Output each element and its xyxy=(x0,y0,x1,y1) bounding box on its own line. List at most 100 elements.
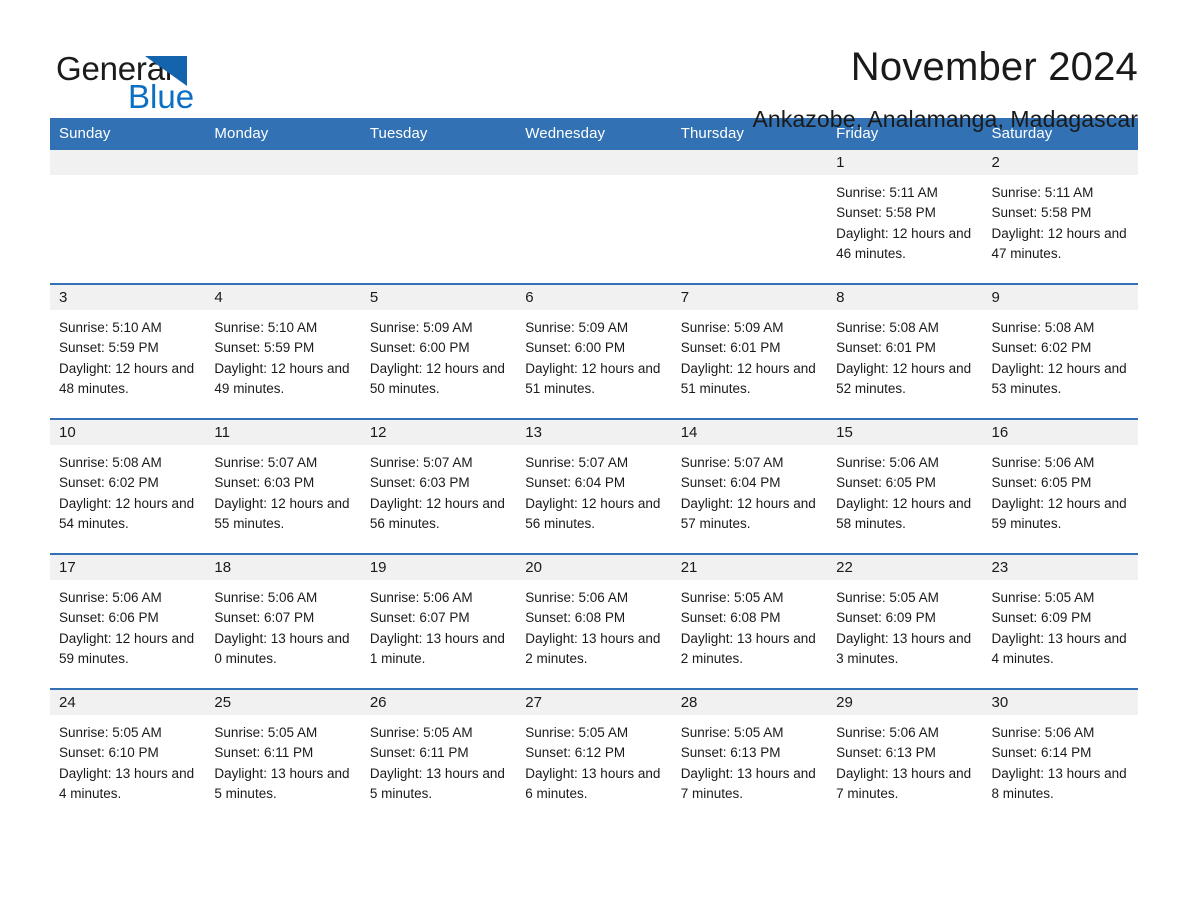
sunset-time: Sunset: 6:11 PM xyxy=(214,745,314,761)
day-number: 14 xyxy=(671,420,828,445)
calendar-day-cell[interactable]: 11 Sunrise: 5:07 AM Sunset: 6:03 PM Dayligh… xyxy=(205,420,361,553)
calendar-week-row: 3 Sunrise: 5:10 AM Sunset: 5:59 PM Daylight… xyxy=(50,283,1138,419)
sunrise-time: Sunrise: 5:06 AM xyxy=(59,590,162,605)
sunset-time: Sunset: 6:13 PM xyxy=(680,745,781,761)
sunset-time: Sunset: 5:58 PM xyxy=(836,205,936,221)
calendar-day-cell[interactable]: 6 Sunrise: 5:09 AM Sunset: 6:00 PM Daylight… xyxy=(516,285,672,418)
day-number: 26 xyxy=(360,690,517,715)
sunset-time: Sunset: 6:05 PM xyxy=(991,475,1092,491)
sunrise-time: Sunrise: 5:07 AM xyxy=(214,455,318,470)
day-details: Sunrise: 5:10 AM Sunset: 5:59 PM Daylight:… xyxy=(205,310,360,399)
calendar-day-cell[interactable]: 24 Sunrise: 5:05 AM Sunset: 6:10 PM Dayligh… xyxy=(50,690,206,823)
daylight-duration: Daylight: 13 hours and 7 minutes. xyxy=(836,765,972,801)
calendar-day-cell[interactable]: 2 Sunrise: 5:11 AM Sunset: 5:58 PM Daylight… xyxy=(982,150,1138,283)
sunset-time: Sunset: 6:12 PM xyxy=(525,745,626,761)
day-details: Sunrise: 5:06 AM Sunset: 6:14 PM Daylight:… xyxy=(983,715,1138,804)
sunrise-time: Sunrise: 5:06 AM xyxy=(991,455,1095,470)
weekday-header-sunday: Sunday xyxy=(50,118,206,150)
calendar-day-cell[interactable]: 29 Sunrise: 5:06 AM Sunset: 6:13 PM Dayligh… xyxy=(827,690,983,823)
calendar-day-cell[interactable]: 22 Sunrise: 5:05 AM Sunset: 6:09 PM Dayligh… xyxy=(827,555,983,688)
daylight-duration: Daylight: 13 hours and 4 minutes. xyxy=(59,765,195,801)
calendar-day-cell[interactable]: 20 Sunrise: 5:06 AM Sunset: 6:08 PM Dayligh… xyxy=(516,555,672,688)
daylight-duration: Daylight: 13 hours and 4 minutes. xyxy=(991,630,1127,666)
daylight-duration: Daylight: 12 hours and 51 minutes. xyxy=(680,360,816,396)
day-number: 20 xyxy=(516,555,672,580)
sunrise-time: Sunrise: 5:05 AM xyxy=(59,725,162,740)
calendar-day-cell[interactable]: 13 Sunrise: 5:07 AM Sunset: 6:04 PM Dayligh… xyxy=(516,420,672,553)
sunset-time: Sunset: 6:08 PM xyxy=(680,610,781,626)
daylight-duration: Daylight: 12 hours and 50 minutes. xyxy=(369,360,505,396)
calendar-day-cell[interactable]: 3 Sunrise: 5:10 AM Sunset: 5:59 PM Daylight… xyxy=(50,285,206,418)
calendar-day-cell[interactable]: 27 Sunrise: 5:05 AM Sunset: 6:12 PM Dayligh… xyxy=(516,690,672,823)
sunset-time: Sunset: 6:08 PM xyxy=(525,610,626,626)
calendar-day-cell[interactable]: 28 Sunrise: 5:05 AM Sunset: 6:13 PM Dayligh… xyxy=(671,690,828,823)
calendar-day-cell[interactable]: 23 Sunrise: 5:05 AM Sunset: 6:09 PM Dayligh… xyxy=(982,555,1138,688)
calendar-day-cell[interactable]: 15 Sunrise: 5:06 AM Sunset: 6:05 PM Dayligh… xyxy=(827,420,983,553)
sunrise-time: Sunrise: 5:06 AM xyxy=(836,725,939,740)
calendar-day-cell[interactable]: 19 Sunrise: 5:06 AM Sunset: 6:07 PM Dayligh… xyxy=(360,555,517,688)
calendar-day-cell[interactable]: 5 Sunrise: 5:09 AM Sunset: 6:00 PM Daylight… xyxy=(360,285,517,418)
daylight-duration: Daylight: 13 hours and 5 minutes. xyxy=(369,765,505,801)
day-number: 29 xyxy=(827,690,983,715)
day-number xyxy=(360,150,517,175)
calendar-day-cell[interactable]: 1 Sunrise: 5:11 AM Sunset: 5:58 PM Daylight… xyxy=(827,150,983,283)
day-details: Sunrise: 5:09 AM Sunset: 6:00 PM Daylight:… xyxy=(361,310,516,399)
sunset-time: Sunset: 6:04 PM xyxy=(680,475,781,491)
sunset-time: Sunset: 6:07 PM xyxy=(214,610,315,626)
sunset-time: Sunset: 5:59 PM xyxy=(59,340,159,356)
calendar-day-cell[interactable]: 16 Sunrise: 5:06 AM Sunset: 6:05 PM Dayligh… xyxy=(982,420,1138,553)
daylight-duration: Daylight: 12 hours and 49 minutes. xyxy=(214,360,350,396)
daylight-duration: Daylight: 12 hours and 55 minutes. xyxy=(214,495,350,531)
day-details: Sunrise: 5:05 AM Sunset: 6:11 PM Daylight:… xyxy=(205,715,360,804)
sunrise-time: Sunrise: 5:09 AM xyxy=(369,320,473,335)
sunset-time: Sunset: 6:06 PM xyxy=(59,610,159,626)
day-details: Sunrise: 5:08 AM Sunset: 6:01 PM Daylight:… xyxy=(827,310,982,399)
daylight-duration: Daylight: 12 hours and 59 minutes. xyxy=(59,630,195,666)
page-title: November 2024 xyxy=(850,45,1138,89)
day-details: Sunrise: 5:06 AM Sunset: 6:07 PM Daylight:… xyxy=(361,580,516,669)
calendar-week-row: 24 Sunrise: 5:05 AM Sunset: 6:10 PM Dayligh… xyxy=(50,688,1138,823)
day-number xyxy=(516,150,672,175)
day-details: Sunrise: 5:06 AM Sunset: 6:07 PM Daylight:… xyxy=(205,580,360,669)
calendar-day-cell[interactable]: 8 Sunrise: 5:08 AM Sunset: 6:01 PM Daylight… xyxy=(827,285,983,418)
sunrise-time: Sunrise: 5:06 AM xyxy=(836,455,939,470)
sunrise-time: Sunrise: 5:08 AM xyxy=(836,320,939,335)
day-number: 7 xyxy=(671,285,828,310)
sunrise-time: Sunrise: 5:05 AM xyxy=(369,725,473,740)
sunset-time: Sunset: 6:10 PM xyxy=(59,745,159,761)
calendar-day-cell[interactable]: 14 Sunrise: 5:07 AM Sunset: 6:04 PM Dayligh… xyxy=(671,420,828,553)
calendar-day-cell[interactable]: 25 Sunrise: 5:05 AM Sunset: 6:11 PM Dayligh… xyxy=(205,690,361,823)
day-number: 19 xyxy=(360,555,517,580)
calendar-day-cell[interactable]: 9 Sunrise: 5:08 AM Sunset: 6:02 PM Daylight… xyxy=(982,285,1138,418)
calendar-day-cell[interactable]: 21 Sunrise: 5:05 AM Sunset: 6:08 PM Dayligh… xyxy=(671,555,828,688)
day-details: Sunrise: 5:06 AM Sunset: 6:06 PM Daylight:… xyxy=(50,580,205,669)
calendar-day-cell[interactable]: 12 Sunrise: 5:07 AM Sunset: 6:03 PM Dayligh… xyxy=(360,420,517,553)
daylight-duration: Daylight: 12 hours and 48 minutes. xyxy=(59,360,195,396)
calendar-day-cell[interactable]: 30 Sunrise: 5:06 AM Sunset: 6:14 PM Dayligh… xyxy=(982,690,1138,823)
calendar-day-cell[interactable]: 4 Sunrise: 5:10 AM Sunset: 5:59 PM Daylight… xyxy=(205,285,361,418)
day-number: 10 xyxy=(50,420,206,445)
generalblue-logo: General Blue xyxy=(50,44,250,114)
sunset-time: Sunset: 6:07 PM xyxy=(369,610,470,626)
daylight-duration: Daylight: 13 hours and 0 minutes. xyxy=(214,630,350,666)
sunset-time: Sunset: 6:03 PM xyxy=(369,475,470,491)
day-number: 5 xyxy=(360,285,517,310)
sunrise-time: Sunrise: 5:07 AM xyxy=(525,455,629,470)
sunset-time: Sunset: 6:02 PM xyxy=(59,475,159,491)
daylight-duration: Daylight: 12 hours and 56 minutes. xyxy=(525,495,661,531)
sunset-time: Sunset: 6:13 PM xyxy=(836,745,936,761)
calendar-day-cell[interactable]: 17 Sunrise: 5:06 AM Sunset: 6:06 PM Dayligh… xyxy=(50,555,206,688)
sunrise-time: Sunrise: 5:10 AM xyxy=(59,320,162,335)
sunset-time: Sunset: 6:00 PM xyxy=(369,340,470,356)
daylight-duration: Daylight: 12 hours and 52 minutes. xyxy=(836,360,972,396)
day-number xyxy=(205,150,361,175)
calendar-day-cell-empty xyxy=(360,150,517,283)
calendar-day-cell[interactable]: 26 Sunrise: 5:05 AM Sunset: 6:11 PM Dayligh… xyxy=(360,690,517,823)
calendar-day-cell[interactable]: 18 Sunrise: 5:06 AM Sunset: 6:07 PM Dayligh… xyxy=(205,555,361,688)
calendar-day-cell[interactable]: 10 Sunrise: 5:08 AM Sunset: 6:02 PM Dayligh… xyxy=(50,420,206,553)
day-details: Sunrise: 5:05 AM Sunset: 6:13 PM Daylight:… xyxy=(672,715,827,804)
calendar-day-cell[interactable]: 7 Sunrise: 5:09 AM Sunset: 6:01 PM Daylight… xyxy=(671,285,828,418)
day-number: 22 xyxy=(827,555,983,580)
day-number: 18 xyxy=(205,555,361,580)
sunrise-time: Sunrise: 5:09 AM xyxy=(525,320,629,335)
